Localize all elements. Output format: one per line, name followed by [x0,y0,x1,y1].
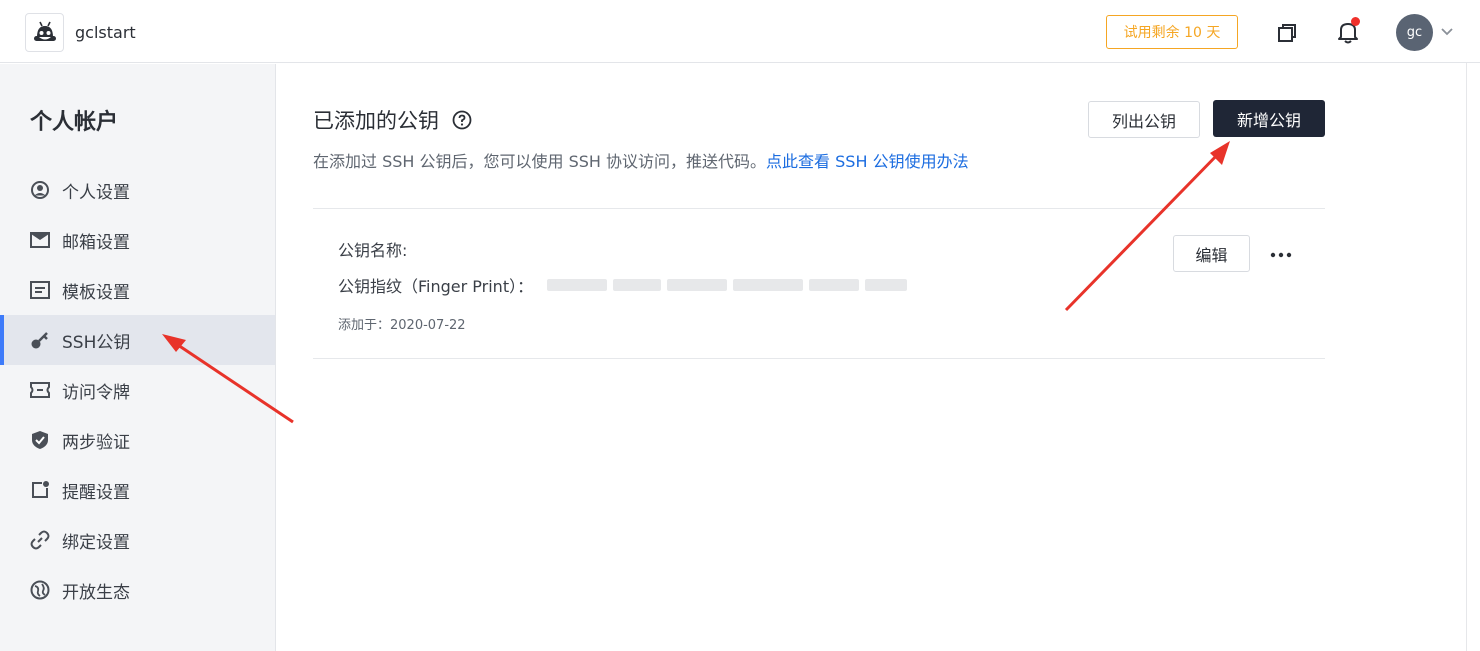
avatar[interactable]: gc [1396,14,1433,51]
mail-icon [30,230,50,250]
reminder-icon [30,480,50,500]
description-text: 在添加过 SSH 公钥后，您可以使用 SSH 协议访问，推送代码。 [313,152,767,171]
ticket-icon [30,380,50,400]
sidebar-item-template[interactable]: 模板设置 [0,265,275,315]
sidebar-item-label: 访问令牌 [62,382,130,403]
top-bar: gclstart 试用剩余 10 天 gc [0,0,1480,63]
key-added-date: 添加于：2020-07-22 [338,318,466,333]
key-icon [30,330,50,350]
add-key-button[interactable]: 新增公钥 [1213,100,1325,137]
key-fingerprint-row: 公钥指纹（Finger Print）： [338,273,908,297]
sidebar-item-label: 模板设置 [62,282,130,303]
divider-top [313,208,1325,209]
question-circle-icon[interactable] [452,110,472,130]
sidebar-item-profile[interactable]: 个人设置 [0,165,275,215]
notification-dot [1351,17,1360,26]
vertical-scrollbar[interactable] [1466,63,1480,651]
brand-name: gclstart [75,23,136,42]
arrow-to-add-key-icon [1064,141,1230,312]
window-copy-icon[interactable] [1274,20,1300,46]
sidebar: 个人帐户 个人设置 邮箱设置 模板设置 SSH公钥 访问令牌 两步验证 提醒设置… [0,64,276,651]
sidebar-item-label: 个人设置 [62,182,130,203]
bell-icon[interactable] [1334,17,1362,47]
sidebar-item-label: 提醒设置 [62,482,130,503]
sidebar-nav: 个人设置 邮箱设置 模板设置 SSH公钥 访问令牌 两步验证 提醒设置 绑定设置… [0,165,275,615]
sidebar-item-reminder[interactable]: 提醒设置 [0,465,275,515]
brand[interactable]: gclstart [25,13,136,52]
sidebar-item-binding[interactable]: 绑定设置 [0,515,275,565]
sidebar-item-access-token[interactable]: 访问令牌 [0,365,275,415]
divider-bottom [313,358,1325,359]
shield-check-icon [30,430,50,450]
sidebar-item-email[interactable]: 邮箱设置 [0,215,275,265]
logo-icon [25,13,64,52]
sidebar-item-ssh-key[interactable]: SSH公钥 [0,315,275,365]
sidebar-item-open-ecosystem[interactable]: 开放生态 [0,565,275,615]
trial-remaining-badge[interactable]: 试用剩余 10 天 [1106,15,1238,49]
link-icon [30,530,50,550]
user-circle-icon [30,180,50,200]
sidebar-item-two-factor[interactable]: 两步验证 [0,415,275,465]
list-keys-button[interactable]: 列出公钥 [1088,101,1200,138]
more-horizontal-icon[interactable] [1264,243,1298,267]
page-title: 已添加的公钥 [313,105,472,135]
fingerprint-redacted [547,274,908,296]
chevron-down-icon[interactable] [1440,26,1454,38]
sidebar-item-label: 两步验证 [62,432,130,453]
key-name-label: 公钥名称: [338,241,408,260]
ssh-help-link[interactable]: 点此查看 SSH 公钥使用办法 [766,152,969,171]
globe-icon [30,580,50,600]
sidebar-item-label: SSH公钥 [62,332,131,353]
template-icon [30,280,50,300]
key-fingerprint-label: 公钥指纹（Finger Print）： [338,277,534,296]
sidebar-item-label: 开放生态 [62,582,130,603]
page-description: 在添加过 SSH 公钥后，您可以使用 SSH 协议访问，推送代码。点此查看 SS… [313,148,969,172]
sidebar-title: 个人帐户 [30,110,119,135]
edit-key-button[interactable]: 编辑 [1173,235,1250,272]
sidebar-item-label: 邮箱设置 [62,232,130,253]
page-title-text: 已添加的公钥 [313,109,439,133]
sidebar-item-label: 绑定设置 [62,532,130,553]
